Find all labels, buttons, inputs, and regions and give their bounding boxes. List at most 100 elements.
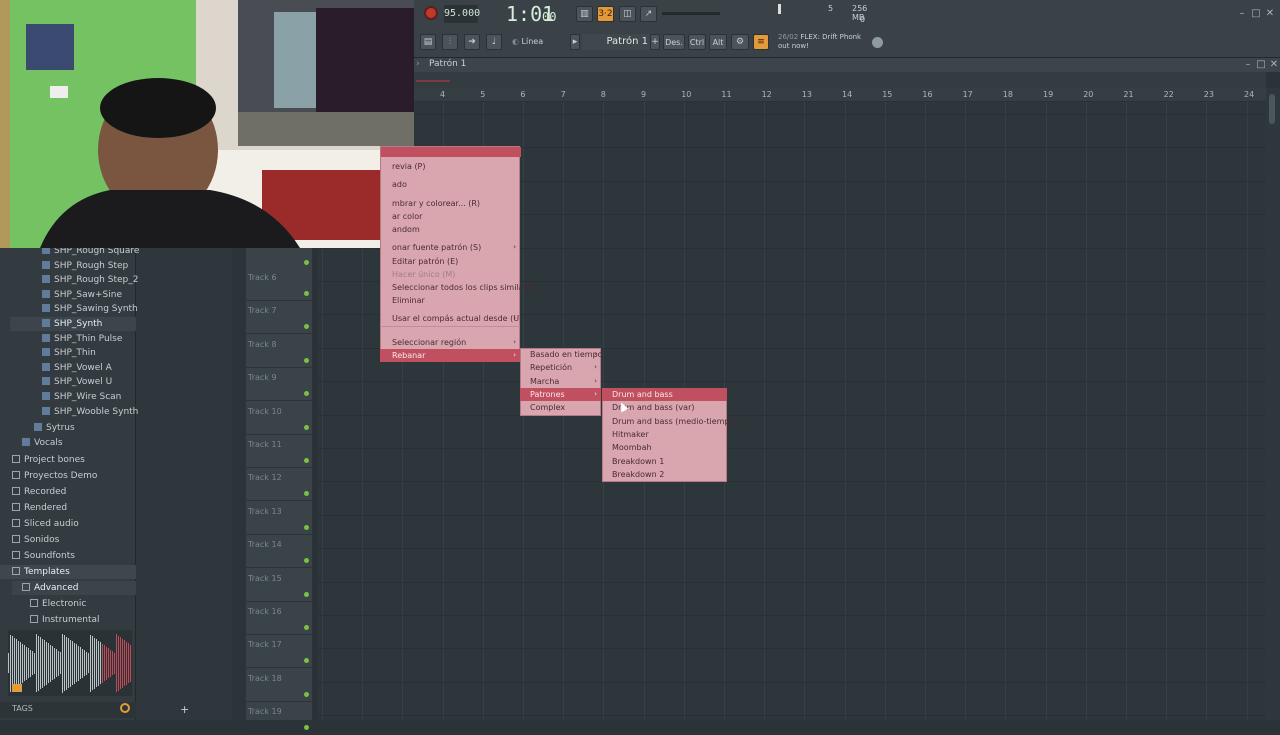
pattern-selector[interactable]: Patrón 1 [582,34,658,50]
browser-folder-item[interactable]: Rendered [0,501,136,515]
track-mute-led[interactable] [304,524,309,530]
ctrl-button[interactable]: Ctrl [688,34,706,50]
news-globe-icon[interactable] [872,37,883,48]
ruler-number: 14 [842,90,853,99]
menu-item[interactable]: Usar el compás actual desde (U) › [380,312,522,325]
snap-mode[interactable]: ◐ Línea [512,34,564,50]
browser-folder-advanced[interactable]: Advanced [12,581,136,595]
menu-item[interactable]: ado [380,178,520,191]
minimize-icon[interactable]: – [1236,8,1248,20]
playlist-maximize-icon[interactable]: □ [1255,59,1267,71]
browser-preset-item[interactable]: SHP_Wire Scan [0,390,136,404]
pattern-option[interactable]: Moombah [602,441,727,454]
scrollbar-thumb[interactable] [1269,94,1275,124]
metronome-button[interactable]: ▥ [576,6,593,22]
menu-item[interactable]: Seleccionar región › [380,336,520,349]
browser-preset-item[interactable]: SHP_Rough Step_2 [0,273,138,287]
browser-folder-item[interactable]: Project bones [0,453,136,467]
track-mute-led[interactable] [304,424,309,430]
browser-folder-item[interactable]: Proyectos Demo [0,469,136,483]
browser-folder-item[interactable]: Templates [0,565,136,579]
record-button[interactable] [424,6,438,20]
submenu-item[interactable]: Repetición › [520,361,601,374]
browser-folder-vocals[interactable]: Vocals [0,436,136,450]
playlist-marker[interactable] [416,80,450,82]
submenu-item[interactable]: Complex [520,401,601,414]
browser-folder-item[interactable]: Sonidos [0,533,136,547]
browser-preset-item[interactable]: SHP_Sawing Synth [0,302,138,316]
browser-folder-item[interactable]: Soundfonts [0,549,136,563]
menu-item[interactable]: mbrar y colorear... (R) [380,197,520,210]
playlist-close-icon[interactable]: ✕ [1268,59,1280,71]
track-mute-led[interactable] [304,591,309,597]
tempo-display[interactable]: 95.000 [444,5,480,23]
add-track-button[interactable]: + [180,704,190,715]
undo-button[interactable]: Des. [663,34,685,50]
pattern-option[interactable]: Drum and bass [602,388,727,401]
track-mute-led[interactable] [304,658,309,664]
track-mute-led[interactable] [304,625,309,630]
track-mute-led[interactable] [304,691,309,697]
browser-preset-item[interactable]: SHP_Vowel A [0,361,136,375]
browser-preset-item[interactable]: SHP_Thin Pulse [0,332,136,346]
browser-folder-item[interactable]: Recorded [0,485,136,499]
waveform-preview[interactable] [8,630,132,696]
menu-item[interactable]: revia (P) [380,160,520,173]
master-volume-slider[interactable] [662,12,720,15]
menu-item[interactable]: ar color [380,210,520,223]
channel-rack-button[interactable]: ⫶ [442,34,458,50]
preview-play-icon[interactable] [12,684,22,692]
track-mute-led[interactable] [304,391,309,397]
pattern-option[interactable]: Breakdown 2 [602,468,727,481]
browser-folder-sytrus[interactable]: Sytrus [0,421,136,435]
countdown-button[interactable]: 3·2 [597,6,614,22]
track-mute-led[interactable] [304,260,309,265]
search-icon[interactable] [120,703,130,713]
submenu-item[interactable]: Patrones › [520,387,601,401]
submenu-item[interactable]: Marcha › [520,375,601,388]
menu-item[interactable]: Editar patrón (E) [380,255,520,268]
browser-folder-subitem[interactable]: Instrumental [20,613,136,627]
browser-preset-item[interactable]: SHP_Thin [0,346,136,360]
alt-button[interactable]: Alt [709,34,727,50]
play-pattern-button[interactable]: ▸ [570,34,580,50]
pattern-option[interactable]: Hitmaker [602,428,727,441]
pattern-option[interactable]: Breakdown 1 [602,455,727,468]
track-mute-led[interactable] [304,491,309,497]
menu-button[interactable]: ≡ [753,34,769,50]
wait-button[interactable]: ◫ [619,6,636,22]
playlist-minimize-icon[interactable]: – [1242,59,1254,71]
track-mute-led[interactable] [304,458,309,463]
mixer-button[interactable]: ▤ [420,34,436,50]
pattern-option[interactable]: Drum and bass (medio-tiempo) [602,415,738,428]
track-mute-led[interactable] [304,291,309,296]
plus-button[interactable]: + [650,34,660,50]
menu-item[interactable]: andom [380,223,520,236]
mic-button[interactable]: ♩ [486,34,502,50]
close-icon[interactable]: ✕ [1264,8,1276,20]
track-mute-led[interactable] [304,558,309,564]
track-mute-led[interactable] [304,357,309,363]
maximize-icon[interactable]: □ [1250,8,1262,20]
browser-preset-item[interactable]: SHP_Saw+Sine [0,288,136,302]
menu-item[interactable]: Eliminar [380,294,520,307]
track-mute-led[interactable] [304,725,309,731]
browser-preset-item[interactable]: SHP_Rough Step [0,259,136,273]
playlist-button[interactable]: ➜ [464,34,480,50]
loop-record-button[interactable]: ↗ [640,6,657,22]
track-mute-led[interactable] [304,324,309,330]
menu-item[interactable]: Seleccionar todos los clips similares [380,281,536,294]
submenu-item[interactable]: Basado en tiempo › [520,348,603,361]
browser-folder-item[interactable]: Sliced audio [0,517,136,531]
browser-preset-item[interactable]: SHP_Synth [10,317,136,331]
news-panel[interactable]: 26/02 FLEX: Drift Phonk out now! [778,33,882,53]
browser-folder-subitem[interactable]: Electronic [20,597,136,611]
menu-item[interactable]: Rebanar › [380,349,520,362]
tempo-tapper-button[interactable]: ⚙ [731,34,749,50]
browser-preset-item[interactable]: SHP_Vowel U [0,375,136,389]
vertical-scrollbar[interactable] [1266,88,1280,720]
menu-item[interactable]: Hacer único (M) [380,268,520,281]
timeline-ruler[interactable]: 4 5 6 7 8 9 10 11 12 13 14 15 16 17 18 19 20 21 22 23 24 [414,88,1266,102]
menu-item[interactable]: onar fuente patrón (S) › [380,241,520,254]
browser-preset-item[interactable]: SHP_Wooble Synth [0,405,138,419]
